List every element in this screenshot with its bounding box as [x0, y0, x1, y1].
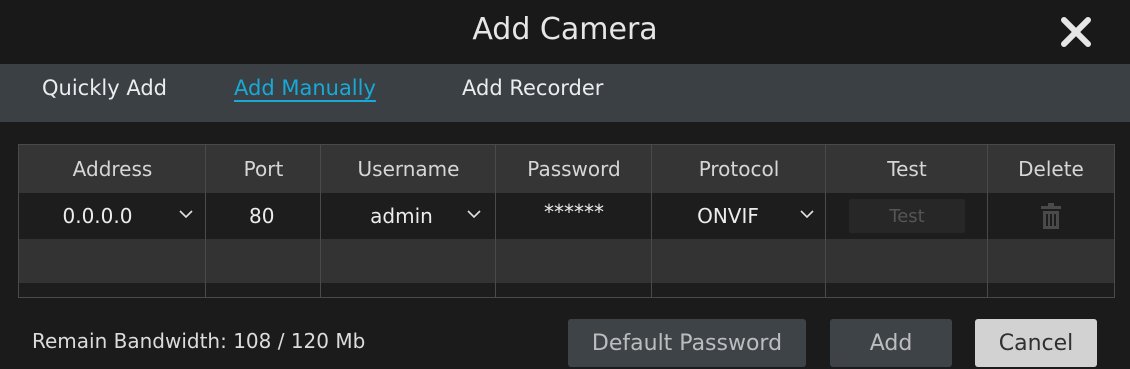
column-divider — [651, 145, 652, 297]
protocol-select[interactable]: ONVIF — [652, 193, 826, 239]
close-button[interactable] — [1058, 14, 1094, 50]
chevron-down-icon — [179, 210, 193, 219]
camera-table: Address Port Username Password Protocol … — [18, 144, 1115, 298]
tab-add-manually[interactable]: Add Manually — [234, 76, 376, 100]
default-password-button[interactable]: Default Password — [568, 319, 806, 367]
header-address: Address — [72, 157, 153, 181]
delete-button[interactable] — [988, 193, 1114, 239]
username-select[interactable]: admin — [321, 193, 496, 239]
cancel-button[interactable]: Cancel — [975, 319, 1097, 367]
column-divider — [205, 145, 206, 297]
username-value: admin — [370, 204, 433, 228]
address-select[interactable]: 0.0.0.0 — [19, 193, 206, 239]
column-divider — [495, 145, 496, 297]
test-cell: Test — [826, 193, 988, 239]
column-divider — [825, 145, 826, 297]
empty-row — [19, 239, 1114, 283]
tab-bar: Quickly Add Add Manually Add Recorder — [0, 64, 1130, 122]
empty-row — [19, 283, 1114, 297]
header-test: Test — [887, 157, 927, 181]
header-password: Password — [527, 157, 621, 181]
header-username: Username — [357, 157, 460, 181]
protocol-value: ONVIF — [697, 204, 759, 228]
password-input[interactable]: ****** — [496, 193, 652, 239]
chevron-down-icon — [800, 210, 814, 219]
header-protocol: Protocol — [698, 157, 780, 181]
trash-icon — [1041, 203, 1061, 229]
bandwidth-label: Remain Bandwidth: 108 / 120 Mb — [32, 329, 366, 353]
header-port: Port — [243, 157, 284, 181]
content-area: Address Port Username Password Protocol … — [0, 122, 1130, 369]
add-button[interactable]: Add — [830, 319, 952, 367]
close-icon — [1061, 17, 1091, 47]
table-header: Address Port Username Password Protocol … — [19, 145, 1114, 193]
tab-quickly-add[interactable]: Quickly Add — [42, 76, 167, 100]
column-divider — [987, 145, 988, 297]
test-button[interactable]: Test — [849, 199, 965, 233]
header-delete: Delete — [1018, 157, 1084, 181]
dialog-title: Add Camera — [472, 12, 658, 47]
table-row: 0.0.0.0 80 admin ****** ONVIF Test — [19, 193, 1114, 239]
chevron-down-icon — [467, 210, 481, 219]
title-bar: Add Camera — [0, 0, 1130, 64]
column-divider — [320, 145, 321, 297]
address-value: 0.0.0.0 — [62, 204, 133, 228]
tab-add-recorder[interactable]: Add Recorder — [462, 76, 603, 100]
port-input[interactable]: 80 — [206, 193, 321, 239]
add-camera-dialog: Add Camera Quickly Add Add Manually Add … — [0, 0, 1130, 369]
